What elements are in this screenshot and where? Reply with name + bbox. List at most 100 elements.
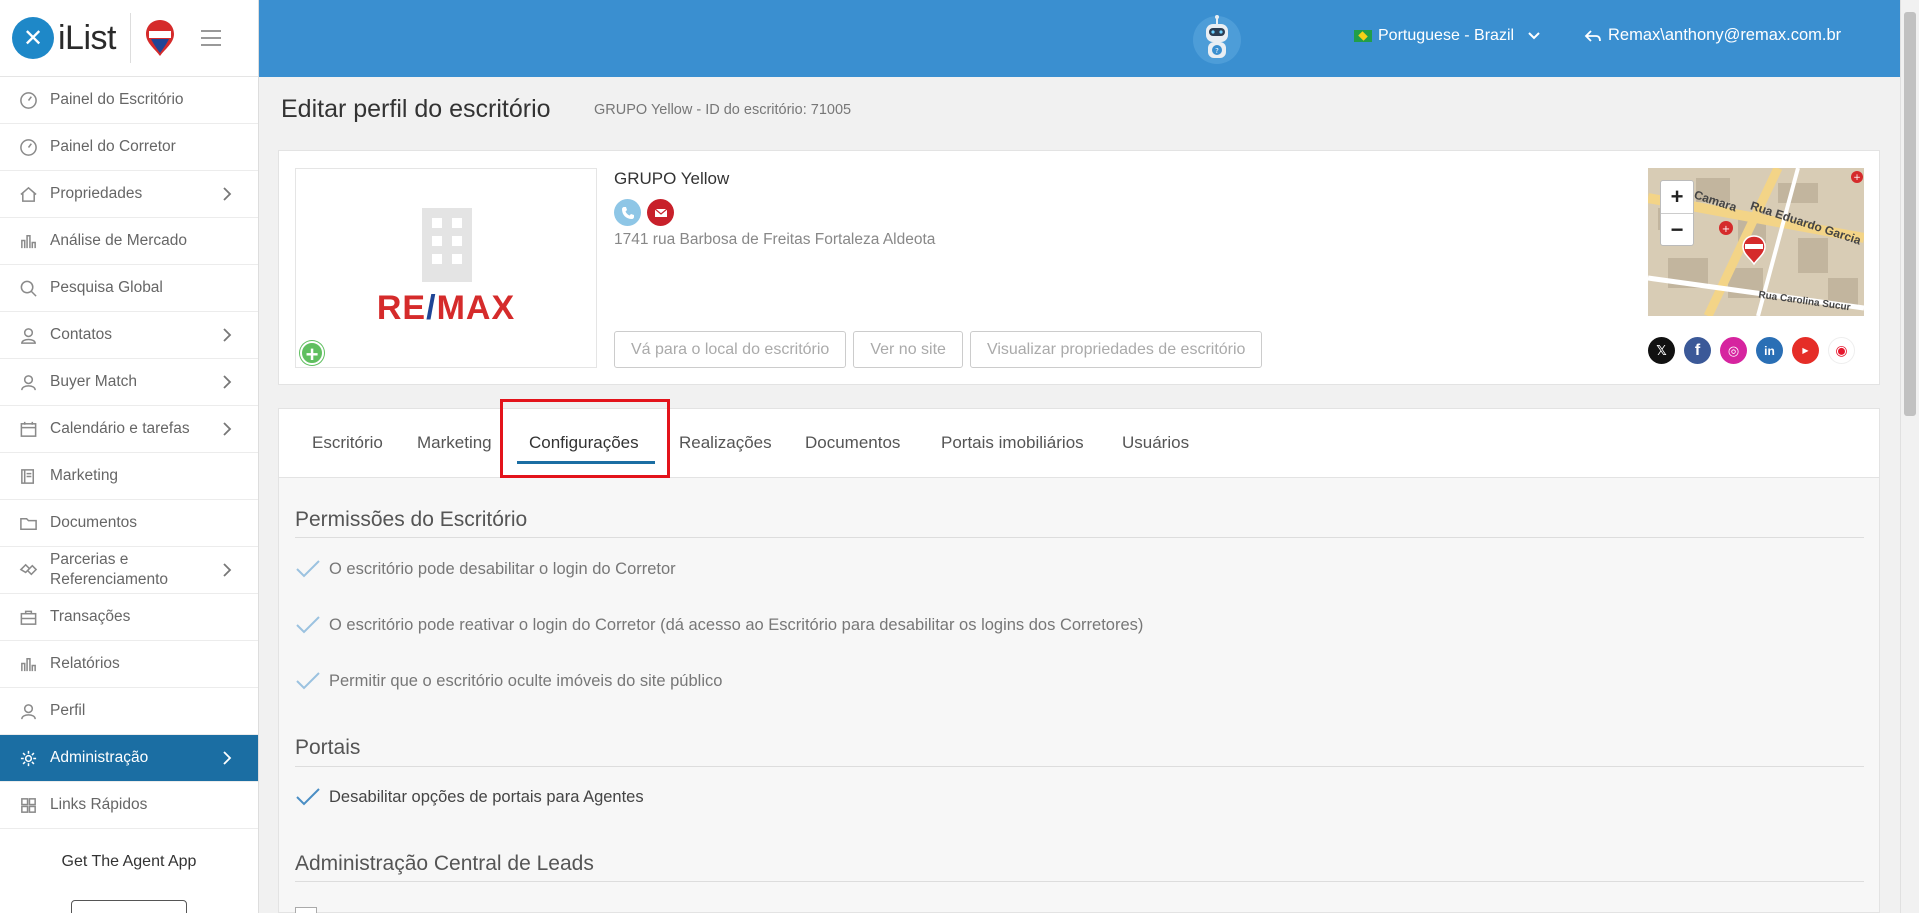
- x-twitter-icon[interactable]: 𝕏: [1648, 337, 1675, 364]
- permission-label: O escritório pode desabilitar o login do…: [329, 559, 676, 578]
- remax-logo-left: RE: [376, 289, 427, 327]
- portals-section-title: Portais: [295, 736, 361, 759]
- map-zoom-controls: + −: [1660, 180, 1694, 246]
- zoom-out-button[interactable]: −: [1661, 213, 1693, 245]
- language-selector[interactable]: Portuguese - Brazil: [1354, 27, 1540, 45]
- gauge-icon: [18, 137, 38, 157]
- tab-escritorio[interactable]: Escritório: [312, 433, 383, 453]
- user-account-link[interactable]: Remax\anthony@remax.com.br: [1584, 26, 1841, 45]
- zoom-in-button[interactable]: +: [1661, 181, 1693, 213]
- bar-chart-icon: [18, 231, 38, 251]
- office-actions: Vá para o local do escritório Ver no sit…: [614, 331, 1263, 368]
- page-subtitle: GRUPO Yellow - ID do escritório: 71005: [594, 102, 852, 118]
- leads-section-title: Administração Central de Leads: [295, 852, 594, 875]
- scrollbar-thumb[interactable]: [1904, 12, 1916, 416]
- leads-checkbox[interactable]: [295, 907, 317, 913]
- permission-item[interactable]: O escritório pode reativar o login do Co…: [295, 615, 1143, 635]
- permission-item[interactable]: Permitir que o escritório oculte imóveis…: [295, 671, 722, 691]
- nav-label: Painel do Corretor: [50, 138, 176, 155]
- handshake-icon: [18, 560, 38, 580]
- checkmark-icon: [296, 672, 320, 690]
- nav-item-calendario[interactable]: Calendário e tarefas: [0, 406, 258, 453]
- svg-text:?: ?: [1215, 47, 1219, 55]
- calendar-icon: [18, 419, 38, 439]
- nav-item-transacoes[interactable]: Transações: [0, 594, 258, 641]
- portal-permission-item[interactable]: Desabilitar opções de portais para Agent…: [295, 787, 644, 807]
- nav-item-perfil[interactable]: Perfil: [0, 688, 258, 735]
- nav-label: Links Rápidos: [50, 796, 148, 813]
- top-bar: ? Portuguese - Brazil Remax\anthony@rema…: [259, 0, 1900, 77]
- nav-label: Transações: [50, 608, 131, 625]
- contacts-icon: [18, 325, 38, 345]
- nav-item-marketing[interactable]: Marketing: [0, 453, 258, 500]
- nav-label: Perfil: [50, 702, 86, 719]
- nav-item-contatos[interactable]: Contatos: [0, 312, 258, 359]
- home-icon: [18, 184, 38, 204]
- view-office-properties-button[interactable]: Visualizar propriedades de escritório: [969, 331, 1263, 368]
- view-on-site-button[interactable]: Ver no site: [853, 331, 963, 368]
- nav-item-painel-corretor[interactable]: Painel do Corretor: [0, 124, 258, 171]
- office-address: 1741 rua Barbosa de Freitas Fortaleza Al…: [614, 231, 936, 248]
- linkedin-icon[interactable]: in: [1756, 337, 1783, 364]
- tab-marketing[interactable]: Marketing: [417, 433, 492, 453]
- user-email: Remax\anthony@remax.com.br: [1608, 26, 1842, 44]
- weibo-icon[interactable]: ◉: [1828, 337, 1855, 364]
- nav-item-analise-mercado[interactable]: Análise de Mercado: [0, 218, 258, 265]
- permissions-section-title: Permissões do Escritório: [295, 508, 528, 531]
- youtube-icon[interactable]: ▶: [1792, 337, 1819, 364]
- folder-icon: [18, 513, 38, 533]
- ilist-logo-icon[interactable]: ✕: [12, 17, 54, 59]
- chevron-right-icon: [222, 187, 232, 201]
- page-title: Editar perfil do escritório: [281, 95, 551, 123]
- section-divider: [295, 537, 1864, 538]
- gear-icon: [18, 748, 38, 768]
- nav-list: Painel do Escritório Painel do Corretor …: [0, 77, 258, 829]
- portal-permission-label: Desabilitar opções de portais para Agent…: [329, 787, 644, 806]
- contact-icons: [614, 199, 674, 226]
- checkmark-icon: [296, 616, 320, 634]
- brand-name[interactable]: iList: [58, 19, 116, 58]
- menu-toggle-icon[interactable]: [200, 30, 221, 46]
- tab-portais-imobiliarios[interactable]: Portais imobiliários: [941, 433, 1084, 453]
- gauge-icon: [18, 90, 38, 110]
- search-icon: [18, 278, 38, 298]
- tab-realizacoes[interactable]: Realizações: [679, 433, 772, 453]
- tab-usuarios[interactable]: Usuários: [1122, 433, 1189, 453]
- nav-item-propriedades[interactable]: Propriedades: [0, 171, 258, 218]
- bar-chart-icon: [18, 654, 38, 674]
- nav-item-links-rapidos[interactable]: Links Rápidos: [0, 782, 258, 829]
- chevron-right-icon: [222, 375, 232, 389]
- nav-label: Buyer Match: [50, 373, 138, 390]
- instagram-icon[interactable]: ◎: [1720, 337, 1747, 364]
- nav-item-pesquisa-global[interactable]: Pesquisa Global: [0, 265, 258, 312]
- permission-item[interactable]: O escritório pode desabilitar o login do…: [295, 559, 676, 579]
- nav-item-administracao[interactable]: Administração: [0, 735, 258, 782]
- chevron-right-icon: [222, 563, 232, 577]
- page-scrollbar[interactable]: [1900, 0, 1919, 913]
- brazil-flag-icon: [1354, 30, 1372, 42]
- add-photo-icon[interactable]: +: [300, 341, 324, 367]
- nav-label: Relatórios: [50, 655, 120, 672]
- nav-item-buyer-match[interactable]: Buyer Match: [0, 359, 258, 406]
- goto-office-location-button[interactable]: Vá para o local do escritório: [614, 331, 847, 368]
- office-map[interactable]: + + Rua Camara Rua Eduardo Garcia Rua Ca…: [1648, 168, 1864, 316]
- nav-label: Calendário e tarefas: [50, 420, 190, 437]
- nav-item-parcerias[interactable]: Parcerias e Referenciamento: [0, 547, 258, 594]
- office-name: GRUPO Yellow: [614, 169, 730, 188]
- app-store-button[interactable]: [71, 900, 187, 913]
- book-icon: [18, 466, 38, 486]
- email-icon[interactable]: [647, 199, 674, 226]
- phone-icon[interactable]: [614, 199, 641, 226]
- nav-item-documentos[interactable]: Documentos: [0, 500, 258, 547]
- nav-item-painel-escritorio[interactable]: Painel do Escritório: [0, 77, 258, 124]
- nav-label: Parcerias e Referenciamento: [50, 551, 169, 588]
- remax-logo-right: MAX: [436, 289, 516, 327]
- tab-documentos[interactable]: Documentos: [805, 433, 900, 453]
- nav-item-relatorios[interactable]: Relatórios: [0, 641, 258, 688]
- assistant-bot-icon[interactable]: ?: [1189, 10, 1245, 66]
- nav-label: Análise de Mercado: [50, 232, 187, 249]
- agent-app-link[interactable]: Get The Agent App: [0, 829, 258, 871]
- office-profile-card: RE/MAX + GRUPO Yellow 1741 rua Barbosa d…: [278, 150, 1880, 385]
- facebook-icon[interactable]: f: [1684, 337, 1711, 364]
- office-photo: RE/MAX +: [295, 168, 597, 368]
